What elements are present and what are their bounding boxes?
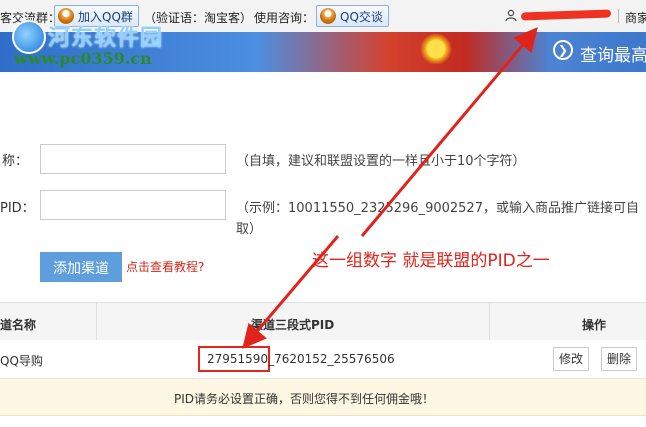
annotation-arrows <box>242 27 538 349</box>
arrow-to-account <box>360 27 538 237</box>
arrow-to-pid <box>242 235 340 349</box>
